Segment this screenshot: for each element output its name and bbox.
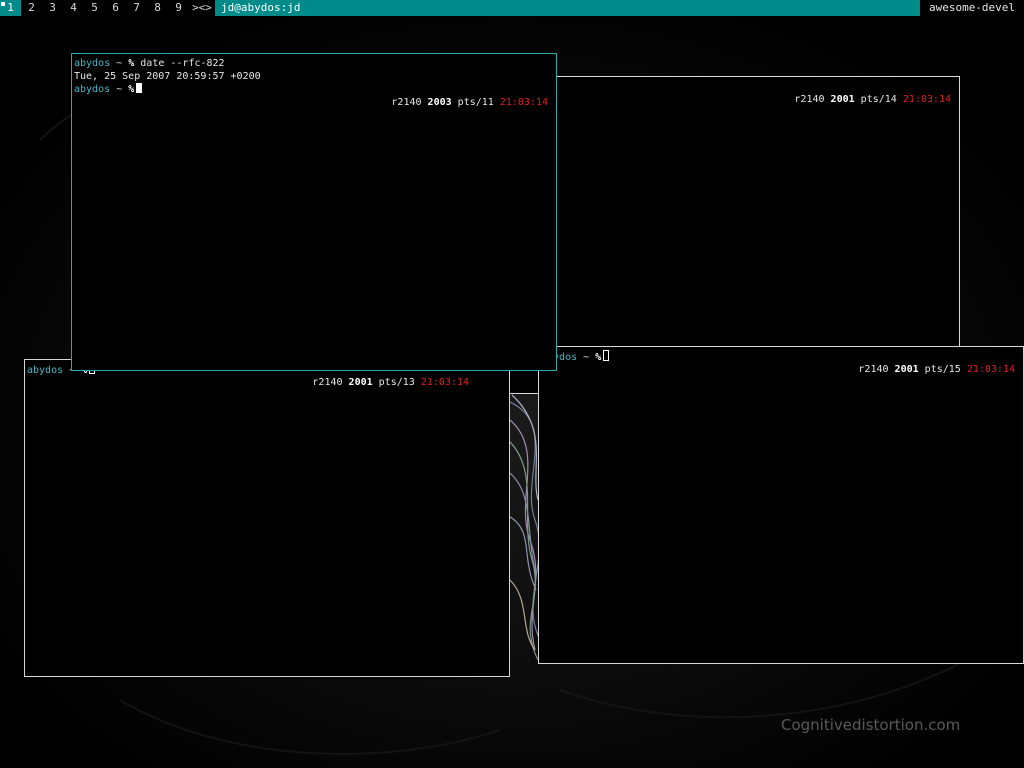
prompt-line: abydos ~ % date --rfc-822 [74,57,225,70]
history-number: 2003 [427,97,452,108]
tag-7[interactable]: 7 [126,0,147,16]
terminal-window-pts13[interactable]: abydos ~ % r2140 2001 pts/13 21:03:14 [24,359,510,677]
prompt-dir: ~ [583,352,590,363]
command-text: date --rfc-822 [140,58,225,69]
text-cursor [136,83,143,93]
tag-8[interactable]: 8 [147,0,168,16]
prompt-dir: ~ [116,84,123,95]
clock: 21:03:14 [499,97,548,108]
history-number: 2001 [830,94,855,105]
tag-5[interactable]: 5 [84,0,105,16]
terminal-window-pts15[interactable]: abydos ~ % r2140 2001 pts/15 21:03:14 [538,346,1024,664]
tag-6[interactable]: 6 [105,0,126,16]
revision: r2140 [391,97,422,108]
prompt-symbol: % [595,352,602,363]
tag-1[interactable]: 1 [0,0,21,16]
revision: r2140 [858,364,889,375]
prompt-symbol: % [128,58,135,69]
terminal-status: r2140 2001 pts/15 21:03:14 [834,350,1015,389]
status-text: awesome-devel [920,0,1024,16]
wallpaper-watermark: Cognitivedistortion.com [781,716,961,734]
tty-name: pts/11 [457,97,494,108]
revision: r2140 [312,377,343,388]
clock: 21:03:14 [966,364,1015,375]
tty-name: pts/13 [378,377,415,388]
layout-indicator[interactable]: ><> [189,0,215,16]
clock: 21:03:14 [902,94,951,105]
tty-name: pts/14 [860,94,897,105]
text-cursor [603,350,610,361]
prompt-host: abydos [74,84,111,95]
prompt-host: abydos [74,58,111,69]
clock: 21:03:14 [420,377,469,388]
prompt-host: abydos [27,365,64,376]
terminal-status: r2140 2001 pts/14 21:03:14 [770,80,951,119]
command-output: Tue, 25 Sep 2007 20:59:57 +0200 [74,71,261,82]
prompt-dir: ~ [116,58,123,69]
tag-3[interactable]: 3 [42,0,63,16]
prompt-line: abydos ~ % [74,83,143,96]
terminal-window-pts11[interactable]: abydos ~ % date --rfc-822 Tue, 25 Sep 20… [71,53,557,371]
tag-9[interactable]: 9 [168,0,189,16]
terminal-status: r2140 2003 pts/11 21:03:14 [367,83,548,122]
taskbar: 1 2 3 4 5 6 7 8 9 ><> jd@abydos:jd aweso… [0,0,1024,16]
focused-window-title[interactable]: jd@abydos:jd [215,0,920,16]
history-number: 2001 [348,377,373,388]
tty-name: pts/15 [924,364,961,375]
tag-4[interactable]: 4 [63,0,84,16]
revision: r2140 [794,94,825,105]
tag-2[interactable]: 2 [21,0,42,16]
prompt-symbol: % [128,84,135,95]
history-number: 2001 [894,364,919,375]
